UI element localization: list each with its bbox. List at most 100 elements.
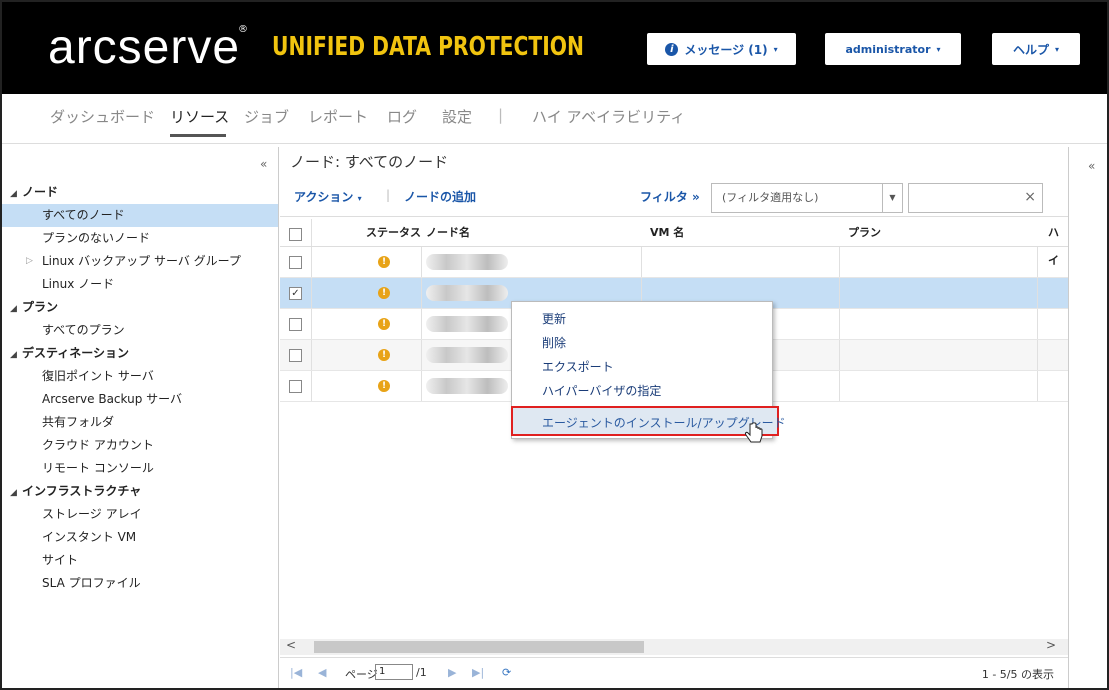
dropdown-arrow-icon: ▾ — [936, 44, 941, 54]
column-header-vm-name[interactable]: VM 名 — [650, 219, 684, 247]
messages-label: メッセージ (1) — [684, 42, 768, 57]
tree-item-instant-vm[interactable]: インスタント VM — [2, 526, 278, 549]
warning-icon: ! — [378, 349, 390, 361]
page-total: /1 — [416, 666, 427, 679]
menu-item-refresh[interactable]: 更新 — [542, 310, 566, 327]
scroll-thumb[interactable] — [314, 641, 644, 653]
select-all-checkbox[interactable] — [289, 228, 302, 241]
tree-item-remote-console[interactable]: リモート コンソール — [2, 457, 278, 480]
collapsed-triangle-icon[interactable]: ▷ — [26, 250, 33, 273]
nav-resources[interactable]: リソース — [170, 106, 229, 127]
resource-tree: ◢ ノード すべてのノード プランのないノード ▷ Linux バックアップ サーバ… — [2, 181, 278, 595]
tree-item-storage-array[interactable]: ストレージ アレイ — [2, 503, 278, 526]
page-label: ページ — [345, 668, 378, 681]
row-checkbox[interactable] — [289, 256, 302, 269]
action-menu-button[interactable]: アクション ▾ — [294, 188, 362, 205]
nav-high-availability[interactable]: ハイ アベイラビリティ — [532, 106, 685, 127]
tree-group-plans[interactable]: ◢ プラン — [2, 296, 278, 319]
help-button[interactable]: ヘルプ ▾ — [992, 33, 1080, 65]
arcserve-logo: arcserve — [48, 21, 241, 74]
row-checkbox[interactable] — [289, 318, 302, 331]
messages-button[interactable]: i メッセージ (1) ▾ — [647, 33, 796, 65]
table-row[interactable]: ! — [280, 247, 1068, 278]
nav-separator: | — [498, 106, 504, 124]
product-name: UNIFIED DATA PROTECTION — [272, 32, 584, 62]
expanded-triangle-icon: ◢ — [10, 350, 17, 360]
menu-item-delete[interactable]: 削除 — [542, 334, 566, 351]
column-header-plan[interactable]: プラン — [848, 219, 881, 247]
filter-select[interactable]: (フィルタ適用なし) ▼ — [711, 183, 903, 213]
nav-settings[interactable]: 設定 — [442, 106, 472, 127]
chevron-down-icon[interactable]: ▼ — [882, 184, 902, 212]
nav-jobs[interactable]: ジョブ — [244, 106, 289, 127]
tree-item-recovery-point-server[interactable]: 復旧ポイント サーバ — [2, 365, 278, 388]
column-header-node-name[interactable]: ノード名 — [426, 219, 470, 247]
nav-reports[interactable]: レポート — [308, 106, 368, 127]
tree-group-infrastructure[interactable]: ◢ インフラストラクチャ — [2, 480, 278, 503]
collapse-left-icon[interactable]: « — [260, 157, 267, 171]
tree-item-linux-nodes[interactable]: Linux ノード — [2, 273, 278, 296]
tree-item-sla-profile[interactable]: SLA プロファイル — [2, 572, 278, 595]
double-chevron-down-icon: » — [691, 190, 700, 204]
prev-page-icon[interactable]: ◀ — [318, 666, 326, 679]
menu-item-export[interactable]: エクスポート — [542, 358, 614, 375]
add-node-button[interactable]: ノードの追加 — [404, 188, 476, 205]
scroll-right-icon[interactable]: > — [1046, 638, 1056, 652]
record-count: 1 - 5/5 の表示 — [981, 668, 1054, 681]
dropdown-arrow-icon: ▾ — [1055, 44, 1060, 54]
refresh-icon[interactable]: ⟳ — [502, 666, 511, 679]
user-menu-button[interactable]: administrator ▾ — [825, 33, 961, 65]
hand-cursor-icon — [744, 422, 763, 443]
menu-item-specify-hypervisor[interactable]: ハイパーバイザの指定 — [542, 382, 661, 399]
row-checkbox[interactable] — [289, 349, 302, 362]
nav-dashboard[interactable]: ダッシュボード — [50, 106, 155, 127]
main-nav: ダッシュボード リソース ジョブ レポート ログ 設定 | ハイ アベイラビリテ… — [2, 94, 1107, 144]
clear-icon[interactable]: × — [1024, 189, 1036, 205]
tree-item-cloud-account[interactable]: クラウド アカウント — [2, 434, 278, 457]
grid-toolbar: アクション ▾ | ノードの追加 フィルタ » (フィルタ適用なし) ▼ × — [280, 177, 1068, 217]
nav-logs[interactable]: ログ — [387, 106, 417, 127]
tree-item-site[interactable]: サイト — [2, 549, 278, 572]
nav-active-indicator — [170, 134, 226, 137]
tree-item-nodes-without-plan[interactable]: プランのないノード — [2, 227, 278, 250]
grid-header: ステータス ノード名 VM 名 プラン ハイ — [280, 219, 1068, 267]
warning-icon: ! — [378, 318, 390, 330]
row-checkbox-checked[interactable]: ✓ — [289, 287, 302, 300]
sidebar: « ◢ ノード すべてのノード プランのないノード ▷ Linux バックアップ サ… — [2, 147, 279, 688]
tree-group-nodes[interactable]: ◢ ノード — [2, 181, 278, 204]
dropdown-arrow-icon: ▾ — [773, 44, 778, 54]
next-page-icon[interactable]: ▶ — [448, 666, 456, 679]
application-frame: arcserve ® UNIFIED DATA PROTECTION i メッセ… — [0, 0, 1109, 690]
warning-icon: ! — [378, 256, 390, 268]
warning-icon: ! — [378, 380, 390, 392]
filter-text-input[interactable]: × — [908, 183, 1043, 213]
menu-item-install-upgrade-agent[interactable]: エージェントのインストール/アップグレード — [511, 406, 786, 436]
tree-group-destinations[interactable]: ◢ デスティネーション — [2, 342, 278, 365]
collapse-right-icon[interactable]: « — [1088, 159, 1095, 173]
redacted-node-name — [426, 378, 508, 394]
page-title: ノード: すべてのノード — [290, 153, 449, 171]
row-checkbox[interactable] — [289, 380, 302, 393]
redacted-node-name — [426, 347, 508, 363]
info-icon: i — [665, 42, 679, 56]
horizontal-scrollbar[interactable]: < > — [280, 638, 1068, 655]
first-page-icon[interactable]: |◀ — [290, 666, 302, 679]
tree-item-shared-folder[interactable]: 共有フォルダ — [2, 411, 278, 434]
user-label: administrator — [845, 42, 931, 56]
last-page-icon[interactable]: ▶| — [472, 666, 484, 679]
tree-item-arcserve-backup-server[interactable]: Arcserve Backup サーバ — [2, 388, 278, 411]
redacted-node-name — [426, 285, 508, 301]
tree-item-all-plans[interactable]: すべてのプラン — [2, 319, 278, 342]
context-menu: 更新 削除 エクスポート ハイパーバイザの指定 エージェントのインストール/アッ… — [511, 301, 786, 439]
filter-button[interactable]: フィルタ » — [640, 188, 700, 205]
page-number-input[interactable]: 1 — [375, 664, 413, 680]
tree-item-all-nodes[interactable]: すべてのノード — [2, 204, 278, 227]
expanded-triangle-icon: ◢ — [10, 488, 17, 498]
column-header-status[interactable]: ステータス — [366, 219, 421, 247]
logo-registered-mark: ® — [238, 24, 248, 35]
redacted-node-name — [426, 316, 508, 332]
right-collapsed-panel: « — [1068, 147, 1107, 688]
scroll-left-icon[interactable]: < — [286, 638, 296, 652]
tree-item-linux-backup-server-group[interactable]: ▷ Linux バックアップ サーバ グループ — [2, 250, 278, 273]
help-label: ヘルプ — [1012, 42, 1049, 57]
